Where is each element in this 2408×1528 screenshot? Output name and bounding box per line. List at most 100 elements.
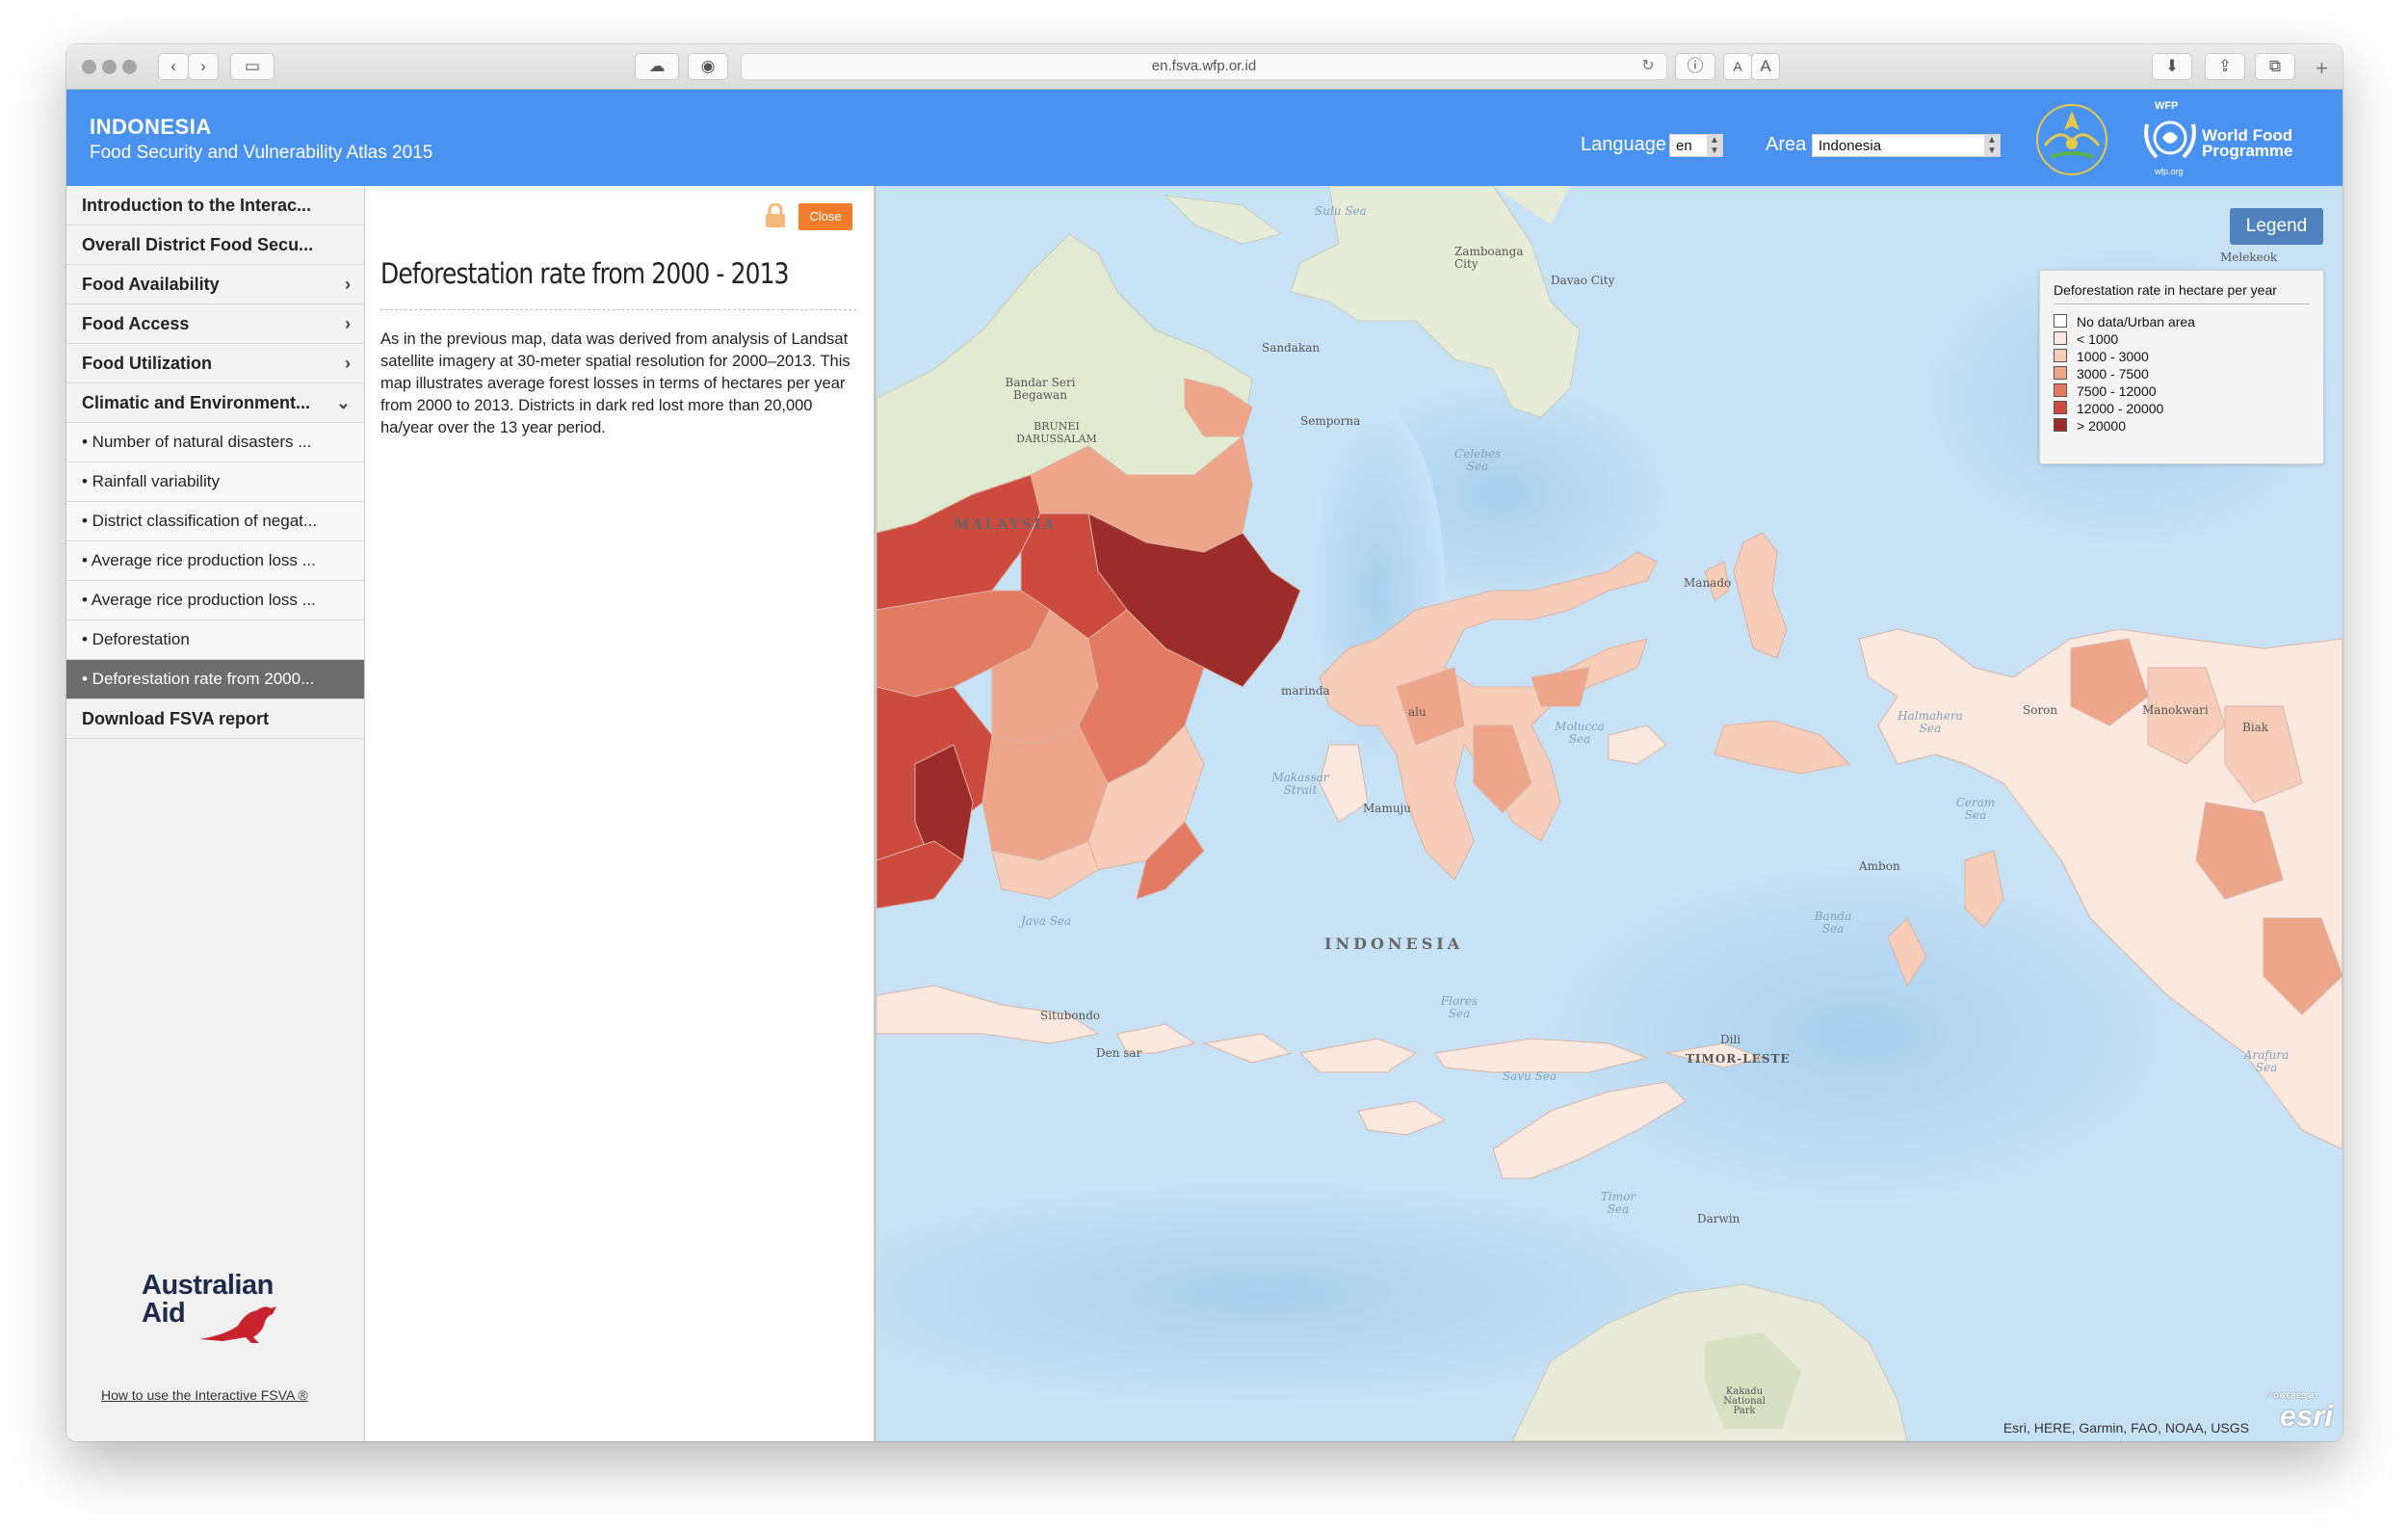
legend-swatch <box>2054 349 2067 362</box>
new-tab-icon[interactable]: + <box>2316 56 2328 81</box>
howto-link[interactable]: How to use the Interactive FSVA ® <box>101 1387 308 1403</box>
browser-toolbar: ‹ › ▭ ☁ ◉ en.fsva.wfp.or.id ↻ ⓘ A A ⬇ ⇪ … <box>66 44 2343 90</box>
sidebar-item-label: Download FSVA report <box>82 709 270 728</box>
legend-title: Deforestation rate in hectare per year <box>2054 282 2277 298</box>
map-label-sandakan: Sandakan <box>1262 341 1321 355</box>
wfp-logo: WFP World Food Programme wfp.org <box>2137 97 2330 178</box>
map-label-melekeok: Melekeok <box>2220 250 2278 264</box>
sidebar-subitem-natural-disasters[interactable]: • Number of natural disasters ... <box>66 423 364 462</box>
map-label-kakadu: Kakadu National Park <box>1723 1386 1766 1416</box>
legend-item: > 20000 <box>2054 417 2126 435</box>
zoom-window-button[interactable] <box>122 60 137 74</box>
privacy-icon[interactable]: ◉ <box>688 53 728 80</box>
legend-label: < 1000 <box>2077 331 2119 347</box>
sidebar-toggle-icon[interactable]: ▭ <box>230 53 275 80</box>
sidebar-item-label: • Deforestation <box>82 630 190 648</box>
sidebar-subitem-district-classification[interactable]: • District classification of negat... <box>66 502 364 541</box>
legend-item: < 1000 <box>2054 330 2118 348</box>
map-label-davao: Davao City <box>1551 274 1615 287</box>
map-label-halmahera-sea: Halmahera Sea <box>1898 709 1963 735</box>
map-label-biak: Biak <box>2242 721 2269 734</box>
map-attribution: Esri, HERE, Garmin, FAO, NOAA, USGS <box>2002 1420 2249 1436</box>
select-arrows-icon: ▲ ▼ <box>1984 135 2000 156</box>
map-label-semporna: Semporna <box>1300 414 1361 428</box>
legend-label: 3000 - 7500 <box>2077 366 2149 382</box>
sidebar-item-label: Introduction to the Interac... <box>82 196 311 215</box>
legend-label: 12000 - 20000 <box>2077 401 2164 416</box>
map-label-samarinda: marinda <box>1281 684 1330 698</box>
area-select[interactable]: Indonesia ▲ ▼ <box>1812 134 2001 157</box>
chevron-down-icon: ⌄ <box>335 393 351 412</box>
address-bar[interactable]: en.fsva.wfp.or.id ↻ <box>741 53 1667 80</box>
title-divider <box>380 309 856 310</box>
legend-button[interactable]: Legend <box>2230 208 2323 245</box>
chevron-right-icon: › <box>345 275 351 294</box>
map-label-darwin: Darwin <box>1697 1212 1741 1225</box>
area-value: Indonesia <box>1819 138 1882 154</box>
legend-swatch <box>2054 314 2067 328</box>
map-label-mamuju: Mamuju <box>1363 802 1411 815</box>
esri-logo[interactable]: POWERED BY esri <box>2262 1393 2333 1436</box>
legend-swatch <box>2054 383 2067 397</box>
language-select[interactable]: en ▲ ▼ <box>1669 134 1723 157</box>
map-label-celebes-sea: Celebes Sea <box>1454 447 1502 473</box>
browser-window: ‹ › ▭ ☁ ◉ en.fsva.wfp.or.id ↻ ⓘ A A ⬇ ⇪ … <box>66 44 2343 1441</box>
sidebar-item-food-availability[interactable]: Food Availability › <box>66 265 364 304</box>
tabs-overview-icon[interactable]: ⧉ <box>2255 53 2295 80</box>
atlas-subtitle: Food Security and Vulnerability Atlas 20… <box>90 143 433 163</box>
forward-button[interactable]: › <box>188 53 219 80</box>
sidebar-item-label: • Deforestation rate from 2000... <box>82 670 315 688</box>
back-button[interactable]: ‹ <box>158 53 189 80</box>
sidebar-item-food-access[interactable]: Food Access › <box>66 304 364 344</box>
share-icon[interactable]: ⇪ <box>2205 53 2245 80</box>
minimize-window-button[interactable] <box>102 60 117 74</box>
legend-item: 7500 - 12000 <box>2054 382 2157 400</box>
sidebar-item-food-utilization[interactable]: Food Utilization › <box>66 344 364 383</box>
sidebar-item-climatic-environment[interactable]: Climatic and Environment... ⌄ <box>66 383 364 423</box>
map-label-zamboanga: Zamboanga City <box>1454 245 1524 271</box>
legend-label: No data/Urban area <box>2077 314 2195 329</box>
text-larger-button[interactable]: A <box>1751 53 1780 80</box>
panel-description: As in the previous map, data was derived… <box>380 330 851 436</box>
ministry-emblem-icon <box>2036 104 2107 175</box>
legend-item: 3000 - 7500 <box>2054 365 2149 382</box>
icloud-tabs-icon[interactable]: ☁ <box>635 53 679 80</box>
sidebar-subitem-rice-loss-1[interactable]: • Average rice production loss ... <box>66 541 364 581</box>
sidebar-item-label: • Average rice production loss ... <box>82 551 316 569</box>
sidebar-item-label: Food Access <box>82 314 190 333</box>
map-view[interactable]: Sulu Sea Zamboanga City Davao City Melek… <box>877 186 2343 1441</box>
map-label-timor-sea: Timor Sea <box>1600 1190 1636 1216</box>
download-icon[interactable]: ⬇ <box>2152 53 2192 80</box>
australian-aid-logo: Australian Aid <box>142 1272 276 1343</box>
legend-swatch <box>2054 401 2067 414</box>
legend-item: 12000 - 20000 <box>2054 400 2163 417</box>
sidebar-subitem-deforestation[interactable]: • Deforestation <box>66 620 364 660</box>
sidebar-item-download-report[interactable]: Download FSVA report <box>66 699 364 739</box>
esri-wordmark: esri <box>2279 1399 2333 1433</box>
howto-link-text: How to use the Interactive FSVA <box>101 1387 295 1403</box>
close-window-button[interactable] <box>82 60 96 74</box>
map-label-palu: alu <box>1408 705 1426 719</box>
map-label-manokwari: Manokwari <box>2142 703 2209 717</box>
sidebar-subitem-rice-loss-2[interactable]: • Average rice production loss ... <box>66 581 364 620</box>
chevron-right-icon: › <box>345 354 351 373</box>
reload-icon[interactable]: ↻ <box>1636 54 1661 79</box>
map-label-brunei: BRUNEI DARUSSALAM <box>1016 420 1097 445</box>
close-button[interactable]: Close <box>798 203 852 230</box>
sidebar-item-introduction[interactable]: Introduction to the Interac... <box>66 186 364 225</box>
text-smaller-button[interactable]: A <box>1723 53 1752 80</box>
legend-label: 1000 - 3000 <box>2077 349 2149 364</box>
sidebar-subitem-deforestation-rate[interactable]: • Deforestation rate from 2000... <box>66 660 364 699</box>
legend-swatch <box>2054 331 2067 345</box>
map-label-ambon: Ambon <box>1859 859 1900 873</box>
sidebar-item-label: • Number of natural disasters ... <box>82 433 312 451</box>
lock-icon[interactable] <box>764 203 787 228</box>
sidebar-item-label: • Average rice production loss ... <box>82 591 316 609</box>
panel-title: Deforestation rate from 2000 - 2013 <box>380 257 790 290</box>
legend-label: 7500 - 12000 <box>2077 383 2157 399</box>
map-label-malaysia: MALAYSIA <box>954 515 1056 533</box>
wfp-url: wfp.org <box>2155 167 2184 176</box>
sidebar-subitem-rainfall[interactable]: • Rainfall variability <box>66 462 364 502</box>
reader-info-icon[interactable]: ⓘ <box>1675 53 1715 80</box>
sidebar-item-overall-district[interactable]: Overall District Food Secu... <box>66 225 364 265</box>
